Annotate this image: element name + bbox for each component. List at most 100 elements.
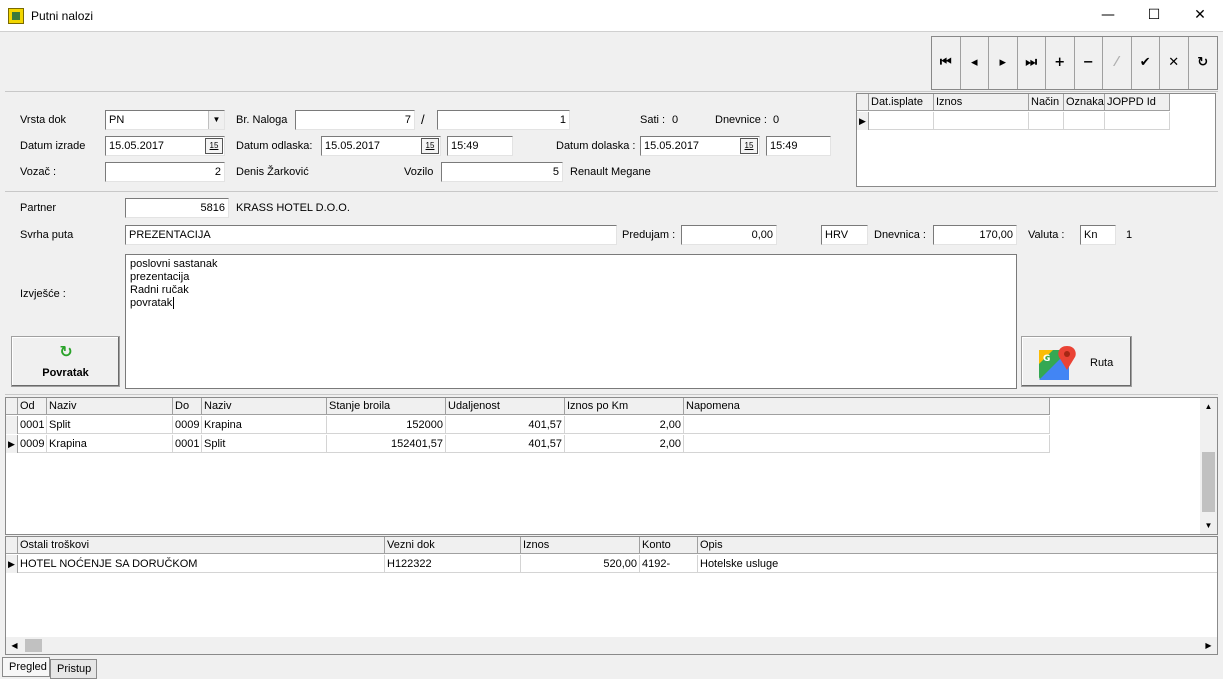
column-header[interactable]: Način — [1029, 94, 1064, 111]
tab-pristup[interactable]: Pristup — [50, 659, 97, 679]
payments-grid[interactable]: Dat.isplate Iznos Način Oznaka JOPPD Id … — [856, 93, 1216, 187]
datum-izrade-input[interactable]: 15.05.2017 15 — [105, 136, 225, 156]
table-cell[interactable]: 401,57 — [446, 435, 565, 453]
table-cell[interactable]: Hotelske usluge — [698, 555, 1217, 573]
refresh-icon[interactable]: ↻ — [1189, 37, 1218, 89]
table-cell[interactable] — [1105, 112, 1170, 130]
table-row[interactable]: 0001 Split 0009 Krapina 152000 401,57 2,… — [6, 416, 1050, 434]
column-header[interactable]: Od — [18, 398, 47, 415]
column-header[interactable]: Naziv — [47, 398, 173, 415]
route-grid-scrollbar[interactable]: ▲ ▼ — [1200, 398, 1217, 534]
cancel-record-icon[interactable]: ✕ — [1160, 37, 1189, 89]
column-header[interactable]: Iznos po Km — [565, 398, 684, 415]
scrollbar-thumb[interactable] — [25, 639, 42, 652]
column-header[interactable]: Udaljenost — [446, 398, 565, 415]
datum-odlaska-input[interactable]: 15.05.2017 15 — [321, 136, 441, 156]
column-header[interactable]: Oznaka — [1064, 94, 1105, 111]
insert-record-icon[interactable]: + — [1046, 37, 1075, 89]
table-cell[interactable] — [934, 112, 1029, 130]
valuta-input[interactable]: Kn — [1080, 225, 1116, 245]
table-cell[interactable]: 401,57 — [446, 416, 565, 434]
table-cell[interactable]: 520,00 — [521, 555, 640, 573]
table-row[interactable]: ▶ 0009 Krapina 0001 Split 152401,57 401,… — [6, 435, 1050, 453]
table-cell[interactable] — [684, 416, 1050, 434]
table-cell[interactable]: 2,00 — [565, 435, 684, 453]
first-record-icon[interactable]: ⏮ — [932, 37, 961, 89]
column-header[interactable]: Vezni dok — [385, 537, 521, 554]
column-header[interactable]: Konto — [640, 537, 698, 554]
ruta-button[interactable]: G Ruta — [1021, 336, 1132, 387]
calendar-icon[interactable]: 15 — [740, 138, 758, 154]
column-header[interactable]: Iznos — [521, 537, 640, 554]
br-naloga-sub-input[interactable]: 1 — [437, 110, 570, 130]
close-icon[interactable]: ✕ — [1177, 0, 1223, 31]
post-record-icon[interactable]: ✔ — [1132, 37, 1160, 89]
table-cell[interactable] — [869, 112, 934, 130]
chevron-down-icon[interactable]: ▼ — [208, 111, 224, 129]
scroll-down-icon[interactable]: ▼ — [1200, 517, 1217, 534]
dnevnica-input[interactable]: 170,00 — [933, 225, 1017, 245]
column-header[interactable]: Do — [173, 398, 202, 415]
predujam-currency-input[interactable]: HRV — [821, 225, 868, 245]
route-grid[interactable]: Od Naziv Do Naziv Stanje broila Udaljeno… — [5, 397, 1218, 535]
last-record-icon[interactable]: ⏭ — [1018, 37, 1046, 89]
br-naloga-input[interactable]: 7 — [295, 110, 415, 130]
table-cell[interactable]: 4192- — [640, 555, 698, 573]
table-cell[interactable]: H122322 — [385, 555, 521, 573]
vozac-input[interactable]: 2 — [105, 162, 225, 182]
scroll-up-icon[interactable]: ▲ — [1200, 398, 1217, 415]
column-header[interactable]: JOPPD Id — [1105, 94, 1170, 111]
scroll-right-icon[interactable]: ▶ — [1200, 637, 1217, 654]
svrha-puta-input[interactable]: PREZENTACIJA — [125, 225, 617, 245]
partner-input[interactable]: 5816 — [125, 198, 229, 218]
table-row[interactable]: ▶ — [857, 112, 1170, 130]
column-header[interactable]: Iznos — [934, 94, 1029, 111]
table-cell[interactable]: 2,00 — [565, 416, 684, 434]
tab-pregled[interactable]: Pregled — [2, 657, 50, 677]
table-cell[interactable]: 0001 — [18, 416, 47, 434]
table-cell[interactable] — [1064, 112, 1105, 130]
table-cell[interactable]: 0009 — [173, 416, 202, 434]
datum-dolaska-value: 15.05.2017 — [644, 140, 700, 152]
column-header[interactable]: Naziv — [202, 398, 327, 415]
table-cell[interactable] — [1029, 112, 1064, 130]
costs-grid[interactable]: Ostali troškovi Vezni dok Iznos Konto Op… — [5, 536, 1218, 655]
vrsta-dok-select[interactable]: PN ▼ — [105, 110, 225, 130]
next-record-icon[interactable]: ▸ — [989, 37, 1018, 89]
table-cell[interactable]: 0001 — [173, 435, 202, 453]
costs-grid-hscrollbar[interactable]: ◀ ▶ — [6, 637, 1217, 654]
column-header[interactable]: Opis — [698, 537, 1217, 554]
izvjesce-textarea[interactable]: poslovni sastanak prezentacija Radni ruč… — [125, 254, 1017, 389]
table-cell[interactable]: HOTEL NOĆENJE SA DORUČKOM — [18, 555, 385, 573]
delete-record-icon[interactable]: − — [1075, 37, 1103, 89]
table-cell[interactable]: Krapina — [202, 416, 327, 434]
column-header[interactable]: Stanje broila — [327, 398, 446, 415]
scrollbar-thumb[interactable] — [1202, 452, 1215, 512]
edit-record-icon[interactable]: ⁄ — [1103, 37, 1132, 89]
table-cell[interactable]: Krapina — [47, 435, 173, 453]
povratak-button[interactable]: ↻ Povratak — [11, 336, 120, 387]
calendar-icon[interactable]: 15 — [421, 138, 439, 154]
table-cell[interactable]: 152401,57 — [327, 435, 446, 453]
prior-record-icon[interactable]: ◂ — [961, 37, 989, 89]
vrijeme-dolaska-input[interactable]: 15:49 — [766, 136, 831, 156]
table-cell[interactable]: 152000 — [327, 416, 446, 434]
predujam-input[interactable]: 0,00 — [681, 225, 777, 245]
text-cursor — [173, 297, 178, 309]
vozilo-input[interactable]: 5 — [441, 162, 563, 182]
calendar-icon[interactable]: 15 — [205, 138, 223, 154]
vrijeme-odlaska-input[interactable]: 15:49 — [447, 136, 513, 156]
table-cell[interactable]: Split — [202, 435, 327, 453]
table-cell[interactable]: 0009 — [18, 435, 47, 453]
minimize-icon[interactable]: — — [1085, 0, 1131, 31]
scroll-left-icon[interactable]: ◀ — [6, 637, 23, 654]
column-header[interactable]: Ostali troškovi — [18, 537, 385, 554]
table-row[interactable]: ▶ HOTEL NOĆENJE SA DORUČKOM H122322 520,… — [6, 555, 1217, 573]
column-header[interactable]: Dat.isplate — [869, 94, 934, 111]
datum-dolaska-input[interactable]: 15.05.2017 15 — [640, 136, 760, 156]
izvjesce-line: poslovni sastanak — [130, 258, 218, 270]
table-cell[interactable] — [684, 435, 1050, 453]
table-cell[interactable]: Split — [47, 416, 173, 434]
maximize-icon[interactable]: ☐ — [1131, 0, 1177, 31]
column-header[interactable]: Napomena — [684, 398, 1050, 415]
